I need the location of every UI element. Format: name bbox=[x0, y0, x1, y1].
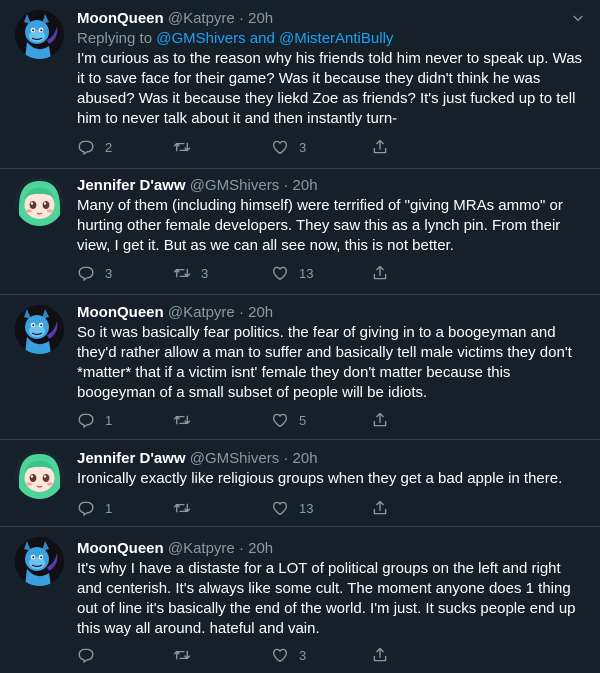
dragon-avatar-icon bbox=[15, 537, 64, 586]
retweet-button[interactable] bbox=[173, 410, 201, 430]
avatar[interactable] bbox=[15, 10, 64, 59]
timestamp[interactable]: 20h bbox=[248, 304, 273, 321]
retweet-button[interactable] bbox=[173, 137, 201, 157]
display-name[interactable]: MoonQueen bbox=[77, 10, 164, 27]
reply-icon bbox=[77, 646, 95, 664]
avatar[interactable] bbox=[15, 177, 64, 226]
share-icon bbox=[371, 499, 389, 517]
reply-count: 1 bbox=[105, 500, 113, 516]
like-count: 13 bbox=[299, 265, 314, 281]
tweet[interactable]: MoonQueen @Katpyre · 20h So it was basic… bbox=[0, 295, 600, 439]
share-icon bbox=[371, 411, 389, 429]
like-button[interactable]: 5 bbox=[271, 410, 306, 430]
retweet-button[interactable] bbox=[173, 645, 201, 665]
user-handle[interactable]: @GMShivers bbox=[190, 177, 279, 194]
timestamp[interactable]: 20h bbox=[293, 177, 318, 194]
share-button[interactable] bbox=[371, 410, 389, 430]
like-button[interactable]: 13 bbox=[271, 263, 313, 283]
tweet[interactable]: Jennifer D'aww @GMShivers · 20h Many of … bbox=[0, 169, 600, 294]
retweet-icon bbox=[173, 646, 191, 664]
timestamp[interactable]: 20h bbox=[248, 540, 273, 557]
user-handle[interactable]: @GMShivers bbox=[190, 450, 279, 467]
anime-girl-avatar-icon bbox=[15, 177, 64, 226]
share-button[interactable] bbox=[371, 137, 389, 157]
retweet-button[interactable]: 3 bbox=[173, 263, 208, 283]
separator-dot: · bbox=[238, 540, 244, 557]
tweet-text: Ironically exactly like religious groups… bbox=[77, 470, 563, 487]
like-count: 3 bbox=[299, 139, 307, 155]
heart-icon bbox=[271, 138, 289, 156]
retweet-count: 3 bbox=[201, 265, 209, 281]
reply-icon bbox=[77, 138, 95, 156]
share-icon bbox=[371, 264, 389, 282]
like-count: 3 bbox=[299, 647, 307, 663]
replying-to: Replying to @GMShivers and @MisterAntiBu… bbox=[77, 29, 588, 49]
retweet-icon bbox=[173, 499, 191, 517]
retweet-button[interactable] bbox=[173, 498, 201, 518]
dragon-avatar-icon bbox=[15, 10, 64, 59]
share-icon bbox=[371, 138, 389, 156]
reply-icon bbox=[77, 411, 95, 429]
like-button[interactable]: 3 bbox=[271, 645, 306, 665]
chevron-down-icon[interactable] bbox=[570, 10, 586, 26]
retweet-icon bbox=[173, 138, 191, 156]
avatar[interactable] bbox=[15, 450, 64, 499]
heart-icon bbox=[271, 646, 289, 664]
reply-icon bbox=[77, 499, 95, 517]
avatar[interactable] bbox=[15, 537, 64, 586]
anime-girl-avatar-icon bbox=[15, 450, 64, 499]
tweet[interactable]: MoonQueen @Katpyre · 20h Replying to @GM… bbox=[0, 0, 600, 168]
like-count: 5 bbox=[299, 412, 307, 428]
display-name[interactable]: MoonQueen bbox=[77, 304, 164, 321]
timestamp[interactable]: 20h bbox=[293, 450, 318, 467]
share-button[interactable] bbox=[371, 263, 389, 283]
user-handle[interactable]: @Katpyre bbox=[168, 10, 235, 27]
replying-to-prefix: Replying to bbox=[77, 30, 157, 47]
timestamp[interactable]: 20h bbox=[248, 10, 273, 27]
tweet[interactable]: Jennifer D'aww @GMShivers · 20h Ironical… bbox=[0, 440, 600, 526]
share-button[interactable] bbox=[371, 498, 389, 518]
heart-icon bbox=[271, 499, 289, 517]
retweet-icon bbox=[173, 264, 191, 282]
tweet-text: It's why I have a distaste for a LOT of … bbox=[77, 560, 576, 637]
reply-button[interactable]: 2 bbox=[77, 137, 112, 157]
reply-count: 2 bbox=[105, 139, 113, 155]
user-handle[interactable]: @Katpyre bbox=[168, 540, 235, 557]
replying-to-link[interactable]: @GMShivers and @MisterAntiBully bbox=[156, 30, 393, 47]
heart-icon bbox=[271, 264, 289, 282]
display-name[interactable]: Jennifer D'aww bbox=[77, 177, 186, 194]
separator-dot: · bbox=[238, 304, 244, 321]
separator-dot: · bbox=[238, 10, 244, 27]
tweet-text: I'm curious as to the reason why his fri… bbox=[77, 50, 583, 127]
reply-count: 3 bbox=[105, 265, 113, 281]
share-icon bbox=[371, 646, 389, 664]
user-handle[interactable]: @Katpyre bbox=[168, 304, 235, 321]
reply-button[interactable]: 3 bbox=[77, 263, 112, 283]
tweet[interactable]: MoonQueen @Katpyre · 20h It's why I have… bbox=[0, 527, 600, 673]
like-button[interactable]: 13 bbox=[271, 498, 313, 518]
like-count: 13 bbox=[299, 500, 314, 516]
tweet-text: So it was basically fear politics. the f… bbox=[77, 324, 572, 401]
avatar[interactable] bbox=[15, 305, 64, 354]
separator-dot: · bbox=[283, 450, 289, 467]
display-name[interactable]: MoonQueen bbox=[77, 540, 164, 557]
reply-button[interactable]: 1 bbox=[77, 498, 112, 518]
like-button[interactable]: 3 bbox=[271, 137, 306, 157]
share-button[interactable] bbox=[371, 645, 389, 665]
reply-button[interactable]: 1 bbox=[77, 410, 112, 430]
tweet-text: Many of them (including himself) were te… bbox=[77, 197, 563, 254]
reply-icon bbox=[77, 264, 95, 282]
display-name[interactable]: Jennifer D'aww bbox=[77, 450, 186, 467]
separator-dot: · bbox=[283, 177, 289, 194]
heart-icon bbox=[271, 411, 289, 429]
retweet-icon bbox=[173, 411, 191, 429]
dragon-avatar-icon bbox=[15, 305, 64, 354]
reply-button[interactable] bbox=[77, 645, 105, 665]
reply-count: 1 bbox=[105, 412, 113, 428]
